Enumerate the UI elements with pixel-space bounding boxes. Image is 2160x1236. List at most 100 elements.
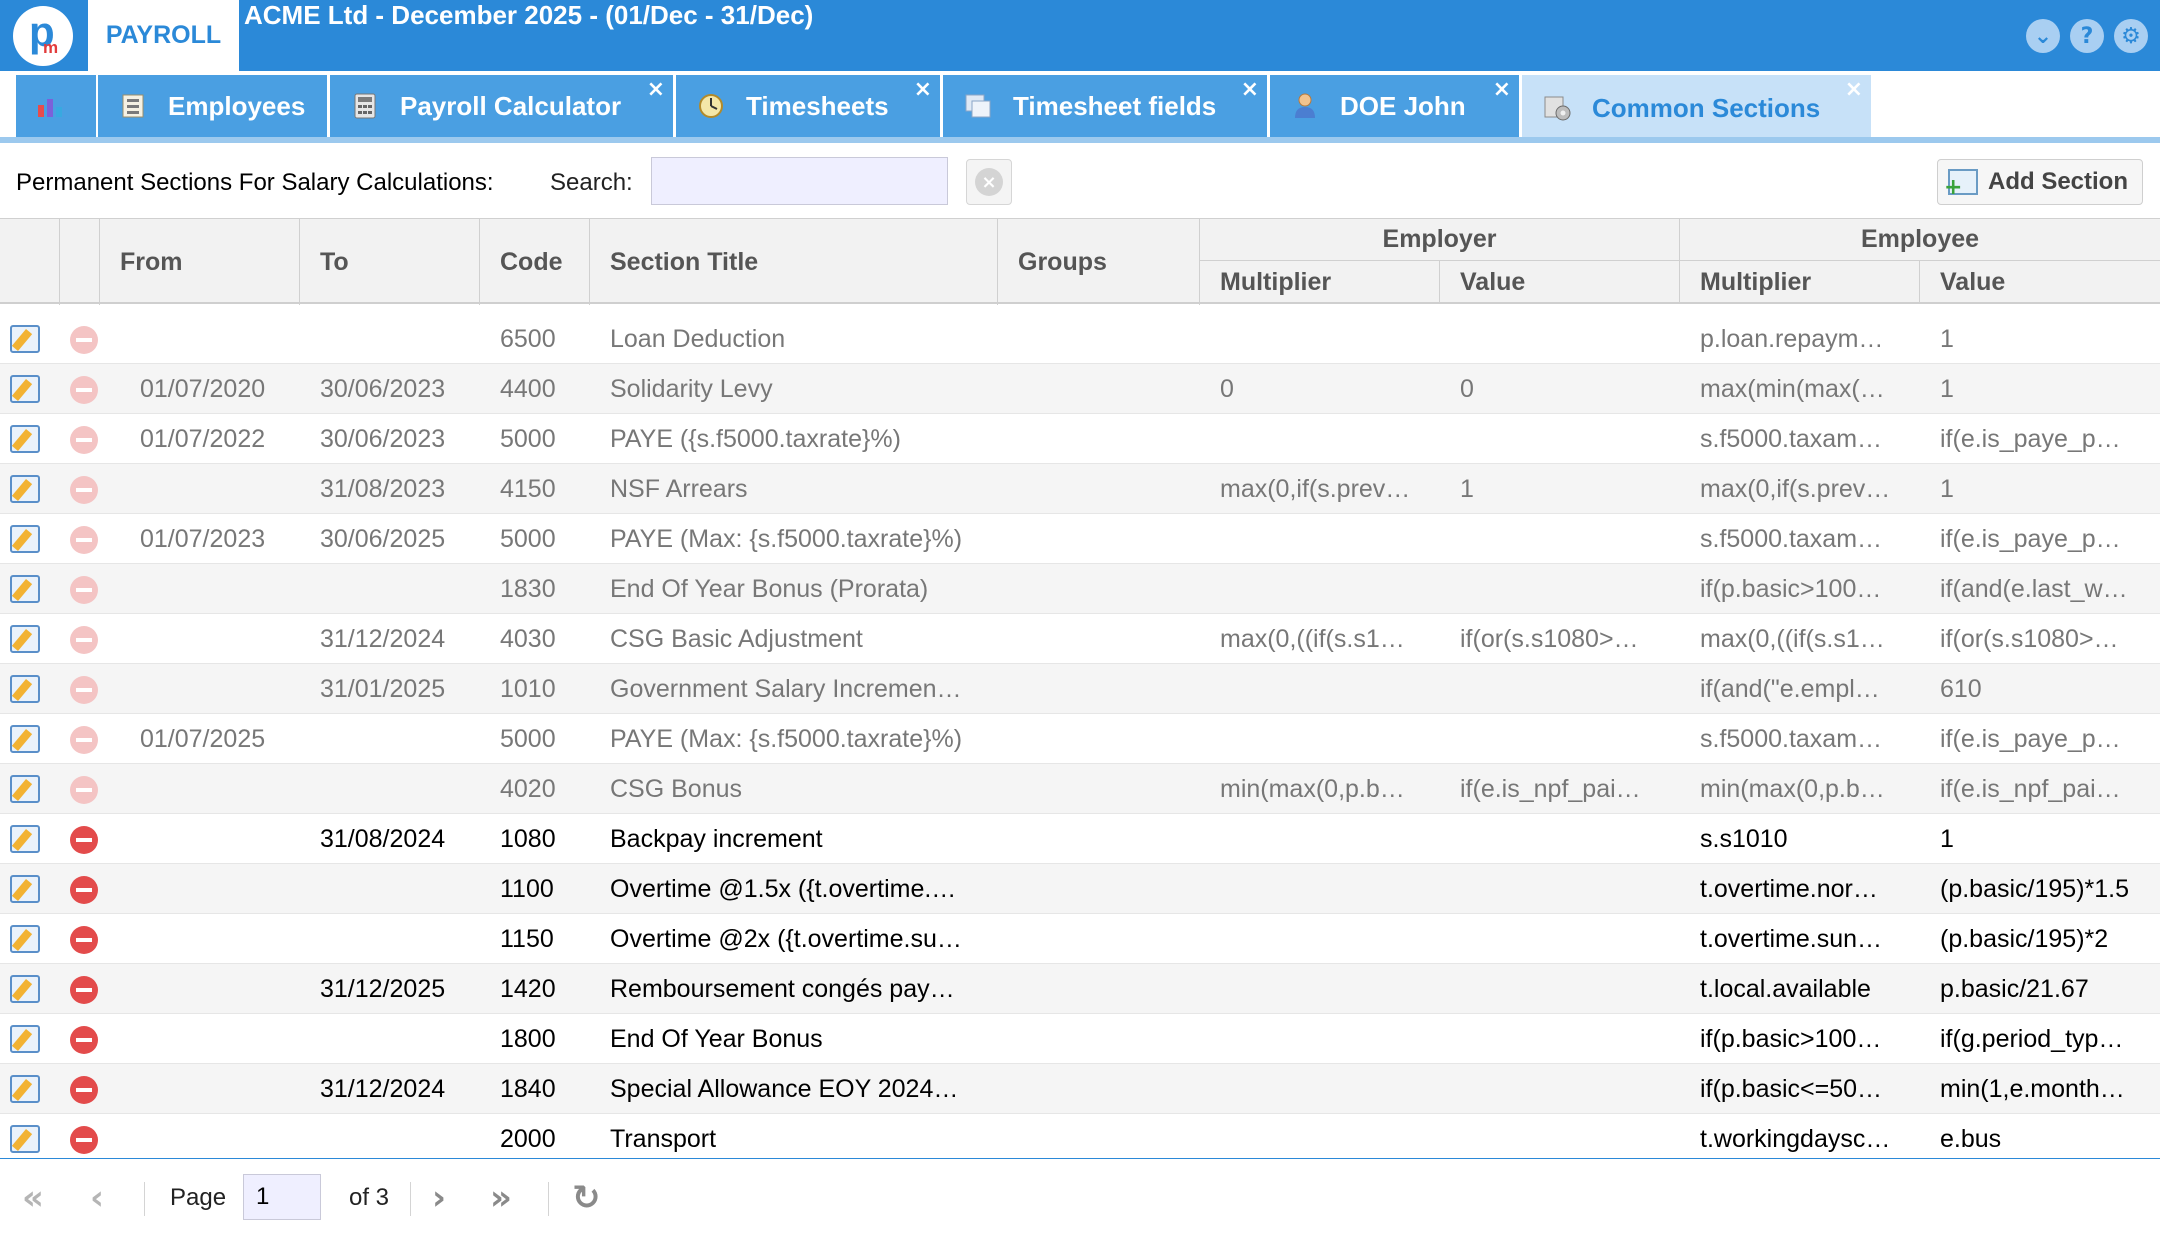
delete-icon[interactable] — [70, 576, 98, 604]
delete-icon[interactable] — [70, 776, 98, 804]
header-to[interactable]: To — [300, 219, 480, 305]
table-row[interactable]: 31/12/2024 4030 CSG Basic Adjustment max(0,… — [0, 614, 2160, 664]
pager-separator — [410, 1182, 411, 1216]
tab-timesheets-label: Timesheets — [746, 90, 889, 121]
page-number-input[interactable]: 1 — [243, 1174, 321, 1220]
edit-icon[interactable] — [10, 575, 40, 603]
close-icon[interactable]: × — [914, 77, 932, 102]
table-row[interactable]: 31/12/2024 1840 Special Allowance EOY 2024… — [0, 1064, 2160, 1114]
cell-employee-multiplier: if(p.basic<=50… — [1700, 1075, 1883, 1103]
delete-icon[interactable] — [70, 826, 98, 854]
edit-icon[interactable] — [10, 325, 40, 353]
gear-icon[interactable]: ⚙ — [2114, 19, 2148, 53]
close-icon[interactable]: × — [1493, 77, 1511, 102]
chevron-down-icon[interactable]: ⌄ — [2026, 19, 2060, 53]
header-employee-multiplier[interactable]: Multiplier — [1680, 261, 1920, 303]
table-row[interactable]: 31/01/2025 1010 Government Salary Incremen… — [0, 664, 2160, 714]
edit-icon[interactable] — [10, 875, 40, 903]
table-row[interactable]: 31/08/2023 4150 NSF Arrears max(0,if(s.prev… — [0, 464, 2160, 514]
tab-doe-john[interactable]: DOE John × — [1270, 75, 1519, 137]
cell-employer-multiplier: 0 — [1220, 375, 1234, 403]
cell-employer-multiplier — [1220, 414, 1420, 464]
delete-icon[interactable] — [70, 476, 98, 504]
header-groups[interactable]: Groups — [998, 219, 1200, 305]
edit-icon[interactable] — [10, 625, 40, 653]
refresh-icon[interactable]: ↻ — [572, 1178, 601, 1218]
table-row[interactable]: 01/07/2020 30/06/2023 4400 Solidarity Levy 0… — [0, 364, 2160, 414]
tab-timesheets[interactable]: Timesheets × — [676, 75, 940, 137]
edit-icon[interactable] — [10, 425, 40, 453]
edit-icon[interactable] — [10, 475, 40, 503]
close-icon[interactable]: × — [1241, 77, 1259, 102]
tab-employees[interactable]: Employees — [98, 75, 327, 137]
delete-icon[interactable] — [70, 876, 98, 904]
table-row[interactable]: 01/07/2025 5000 PAYE (Max: {s.f5000.taxrat… — [0, 714, 2160, 764]
tab-common-sections[interactable]: Common Sections × — [1522, 75, 1871, 141]
delete-icon[interactable] — [70, 726, 98, 754]
last-page-icon[interactable]: » — [490, 1178, 512, 1218]
cell-employer-value — [1460, 964, 1660, 1014]
delete-icon[interactable] — [70, 376, 98, 404]
delete-icon[interactable] — [70, 926, 98, 954]
edit-icon[interactable] — [10, 975, 40, 1003]
delete-icon[interactable] — [70, 526, 98, 554]
header-employer-multiplier[interactable]: Multiplier — [1200, 261, 1440, 303]
cell-employee-value: if(or(s.s1080>… — [1940, 625, 2119, 653]
cell-employee-value: 1 — [1940, 825, 1954, 853]
close-icon[interactable]: × — [1845, 77, 1863, 102]
table-row[interactable]: 1100 Overtime @1.5x ({t.overtime.… t.overt… — [0, 864, 2160, 914]
edit-icon[interactable] — [10, 1025, 40, 1053]
delete-icon[interactable] — [70, 1126, 98, 1154]
delete-icon[interactable] — [70, 426, 98, 454]
tab-timesheet-fields[interactable]: Timesheet fields × — [943, 75, 1267, 137]
tab-dashboard[interactable] — [16, 75, 96, 137]
header-code[interactable]: Code — [480, 219, 590, 305]
header-section-title[interactable]: Section Title — [590, 219, 998, 305]
search-input[interactable] — [651, 157, 948, 205]
delete-icon[interactable] — [70, 1076, 98, 1104]
edit-icon[interactable] — [10, 725, 40, 753]
edit-icon[interactable] — [10, 525, 40, 553]
add-section-button[interactable]: Add Section — [1937, 159, 2143, 205]
cell-groups — [1018, 614, 1198, 664]
edit-icon[interactable] — [10, 1075, 40, 1103]
header-from[interactable]: From — [100, 219, 300, 305]
edit-icon[interactable] — [10, 825, 40, 853]
help-icon[interactable]: ? — [2070, 19, 2104, 53]
edit-icon[interactable] — [10, 675, 40, 703]
payroll-module-tab[interactable]: PAYROLL — [88, 0, 239, 71]
table-row[interactable]: 2000 Transport t.workingdaysc… e.bus — [0, 1114, 2160, 1158]
delete-icon[interactable] — [70, 676, 98, 704]
table-row[interactable]: 31/12/2025 1420 Remboursement congés pay… t… — [0, 964, 2160, 1014]
edit-icon[interactable] — [10, 375, 40, 403]
previous-page-icon[interactable]: ‹ — [90, 1178, 104, 1218]
cell-employer-multiplier — [1220, 1114, 1420, 1158]
table-row[interactable]: 01/07/2023 30/06/2025 5000 PAYE (Max: {s.f5… — [0, 514, 2160, 564]
header-employee-value[interactable]: Value — [1920, 261, 2160, 303]
tab-payroll-calculator[interactable]: Payroll Calculator × — [330, 75, 673, 137]
cell-employer-value — [1460, 514, 1660, 564]
next-page-icon[interactable]: › — [432, 1178, 446, 1218]
first-page-icon[interactable]: « — [22, 1178, 44, 1218]
table-row[interactable]: 31/08/2024 1080 Backpay increment s.s1010 1 — [0, 814, 2160, 864]
table-row[interactable]: 1150 Overtime @2x ({t.overtime.su… t.overt… — [0, 914, 2160, 964]
table-row[interactable]: 6500 Loan Deduction p.loan.repaym… 1 — [0, 314, 2160, 364]
delete-icon[interactable] — [70, 1026, 98, 1054]
table-row[interactable]: 1830 End Of Year Bonus (Prorata) if(p.basi… — [0, 564, 2160, 614]
table-row[interactable]: 1800 End Of Year Bonus if(p.basic>100… if(g… — [0, 1014, 2160, 1064]
header-employer-value[interactable]: Value — [1440, 261, 1680, 303]
clear-search-button[interactable]: × — [966, 159, 1012, 205]
cell-employer-multiplier — [1220, 314, 1420, 364]
cell-employer-multiplier — [1220, 814, 1420, 864]
delete-icon[interactable] — [70, 976, 98, 1004]
edit-icon[interactable] — [10, 1125, 40, 1153]
cell-groups — [1018, 1064, 1198, 1114]
delete-icon[interactable] — [70, 326, 98, 354]
table-row[interactable]: 4020 CSG Bonus min(max(0,p.b… if(e.is_npf_p… — [0, 764, 2160, 814]
edit-icon[interactable] — [10, 925, 40, 953]
cell-employer-multiplier — [1220, 914, 1420, 964]
edit-icon[interactable] — [10, 775, 40, 803]
table-row[interactable]: 01/07/2022 30/06/2023 5000 PAYE ({s.f5000.t… — [0, 414, 2160, 464]
delete-icon[interactable] — [70, 626, 98, 654]
close-icon[interactable]: × — [647, 77, 665, 102]
